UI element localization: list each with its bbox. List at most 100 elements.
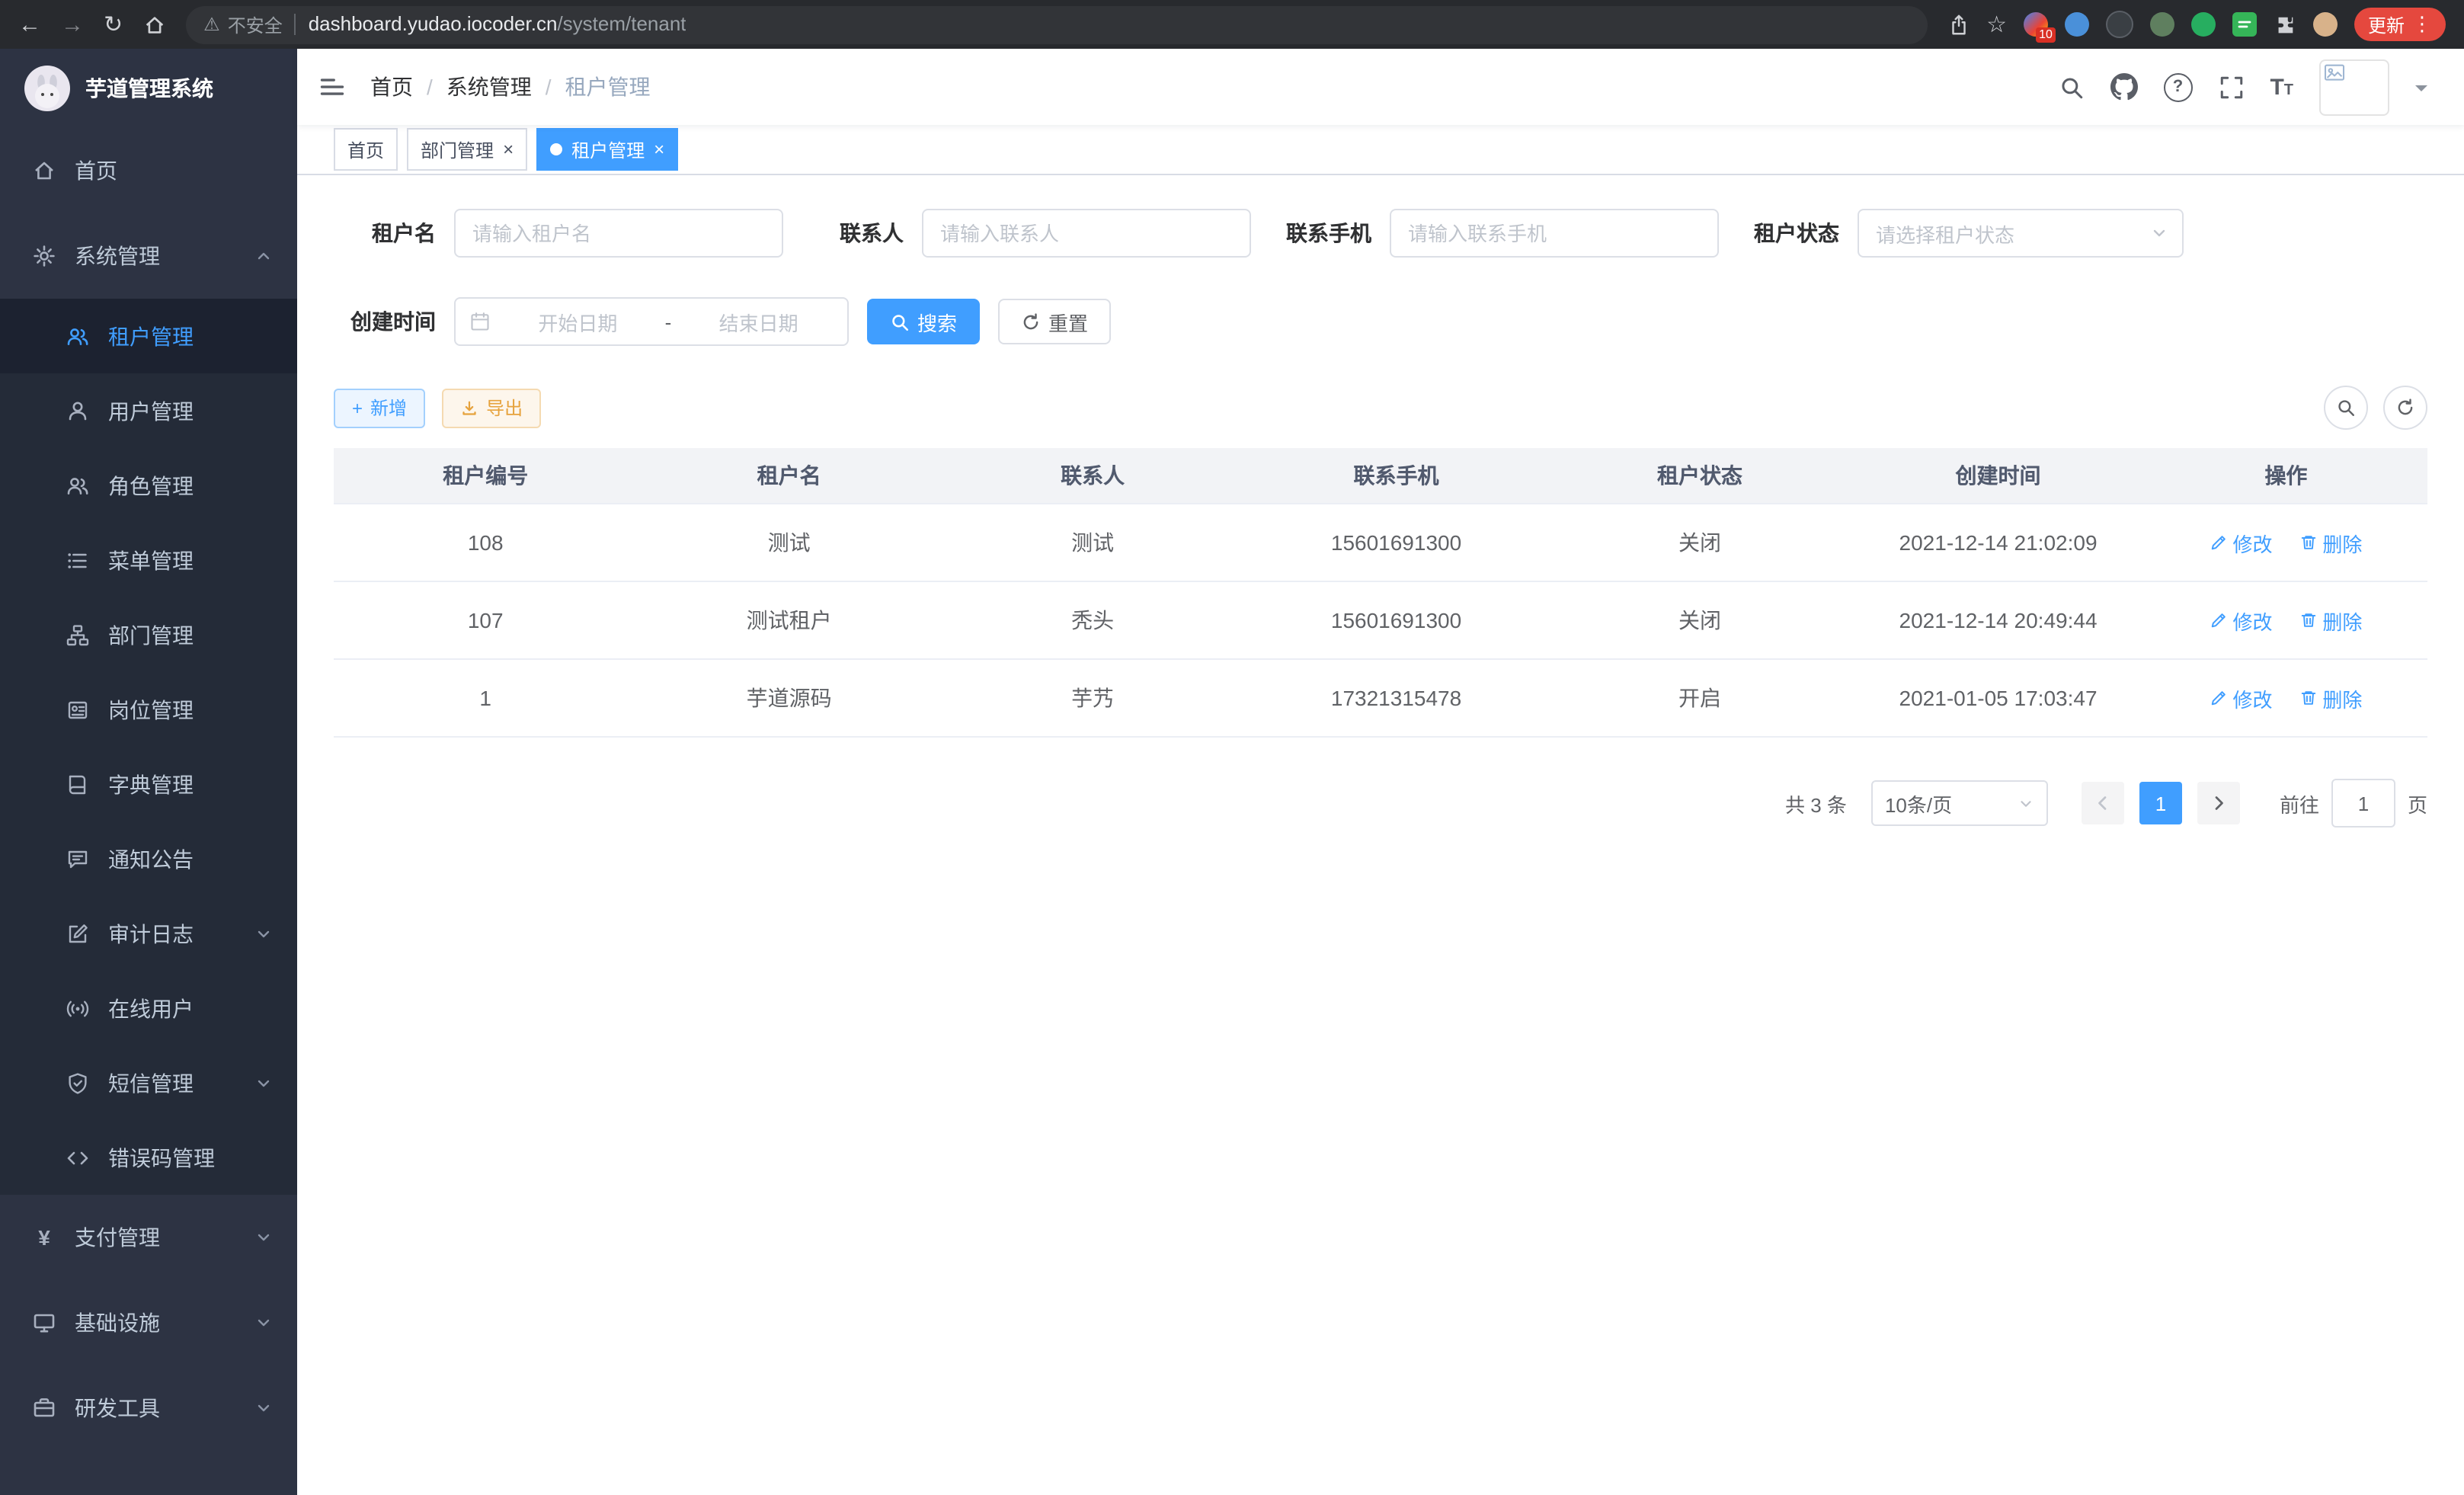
sidebar-item-label: 菜单管理 [108,545,194,575]
chevron-down-icon [2150,224,2168,242]
sidebar-item-notice[interactable]: 通知公告 [0,821,297,896]
tab-dept[interactable]: 部门管理 × [407,128,527,171]
help-icon[interactable]: ? [2163,72,2192,101]
goto-page-input[interactable] [2331,779,2395,828]
sidebar-item-devtools[interactable]: 研发工具 [0,1365,297,1451]
sidebar-item-payment[interactable]: ¥ 支付管理 [0,1195,297,1280]
sidebar-item-role[interactable]: 角色管理 [0,448,297,523]
gear-icon [30,244,58,268]
browser-reload-icon[interactable]: ↻ [104,13,123,36]
toggle-search-button[interactable] [2324,386,2368,430]
date-range-picker[interactable]: 开始日期 - 结束日期 [454,297,849,346]
avatar[interactable] [2319,59,2389,115]
tenant-table: 租户编号 租户名 联系人 联系手机 租户状态 创建时间 操作 108 测试 [334,448,2427,738]
extension-icon-5[interactable] [2191,12,2216,37]
extension-icon-4[interactable] [2150,12,2174,37]
tab-home[interactable]: 首页 [334,128,398,171]
sidebar-item-sms[interactable]: 短信管理 [0,1045,297,1120]
table-row: 107 测试租户 秃头 15601691300 关闭 2021-12-14 20… [334,581,2427,659]
goto-label: 前往 [2280,789,2319,818]
fullscreen-icon[interactable] [2218,74,2244,100]
sidebar-item-infra[interactable]: 基础设施 [0,1280,297,1365]
refresh-button[interactable] [2383,386,2427,430]
export-button[interactable]: 导出 [442,388,541,427]
dict-book-icon [64,772,91,796]
tab-tenant[interactable]: 租户管理 × [536,128,678,171]
edit-link[interactable]: 修改 [2210,683,2273,712]
reset-button[interactable]: 重置 [998,299,1111,344]
sidebar-section-system[interactable]: 系统管理 [0,213,297,299]
page-size-select[interactable]: 10条/页 [1871,780,2048,826]
add-button[interactable]: + 新增 [334,388,425,427]
browser-update-button[interactable]: 更新 ⋮ [2354,8,2446,41]
sidebar-item-menu[interactable]: 菜单管理 [0,523,297,597]
prev-page-button[interactable] [2082,782,2124,824]
cell-status: 开启 [1548,659,1851,737]
header-search-icon[interactable] [2058,74,2084,100]
dept-tree-icon [64,623,91,647]
breadcrumb-home[interactable]: 首页 [370,72,413,102]
next-page-button[interactable] [2197,782,2240,824]
sidebar-item-error-code[interactable]: 错误码管理 [0,1120,297,1195]
delete-link[interactable]: 删除 [2299,683,2362,712]
contact-input[interactable] [922,209,1251,258]
system-submenu: 租户管理 用户管理 角色管理 [0,299,297,1195]
security-status[interactable]: ⚠ 不安全 [203,11,283,37]
extension-icon-6[interactable] [2232,12,2257,37]
tenant-name-input[interactable] [454,209,783,258]
page-number-1[interactable]: 1 [2139,782,2182,824]
sidebar-item-label: 审计日志 [108,918,194,949]
search-button[interactable]: 搜索 [867,299,980,344]
extension-icon-1[interactable]: 10 [2024,12,2048,37]
tab-close-icon[interactable]: × [503,140,514,158]
chevron-down-icon [254,1228,273,1247]
phone-input[interactable] [1390,209,1719,258]
delete-link[interactable]: 删除 [2299,528,2362,557]
breadcrumb: 首页 / 系统管理 / 租户管理 [370,72,651,102]
sidebar-item-home[interactable]: 首页 [0,128,297,213]
user-icon [64,399,91,423]
edit-link[interactable]: 修改 [2210,606,2273,635]
delete-label: 删除 [2322,606,2362,635]
extensions-puzzle-icon[interactable] [2274,13,2296,36]
browser-back-icon[interactable]: ← [18,13,41,36]
page-size-value: 10条/页 [1885,789,1952,818]
share-icon[interactable] [1947,13,1970,36]
avatar-caret-icon[interactable] [2415,85,2427,97]
col-created: 创建时间 [1851,448,2145,504]
edit-link[interactable]: 修改 [2210,528,2273,557]
font-small-glyph: T [2284,83,2293,98]
extension-badge: 10 [2036,27,2056,43]
status-label: 租户状态 [1737,218,1858,248]
sidebar-item-tenant[interactable]: 租户管理 [0,299,297,373]
breadcrumb-system[interactable]: 系统管理 [446,72,532,102]
kebab-menu-icon[interactable]: ⋮ [2412,12,2432,37]
sidebar-item-user[interactable]: 用户管理 [0,373,297,448]
status-select[interactable]: 请选择租户状态 [1858,209,2184,258]
app-logo[interactable]: 芋道管理系统 [0,49,297,128]
github-icon[interactable] [2110,73,2137,101]
calendar-icon [469,311,491,332]
bookmark-star-icon[interactable]: ☆ [1986,13,2007,36]
chevron-down-icon [254,1399,273,1417]
sidebar-item-online-user[interactable]: 在线用户 [0,971,297,1045]
cell-status: 关闭 [1548,504,1851,581]
delete-link[interactable]: 删除 [2299,606,2362,635]
sidebar-item-dept[interactable]: 部门管理 [0,597,297,672]
cell-tenant-id: 108 [334,504,637,581]
sidebar-item-audit-log[interactable]: 审计日志 [0,896,297,971]
breadcrumb-current: 租户管理 [565,72,651,102]
address-bar[interactable]: ⚠ 不安全 dashboard.yudao.iocoder.cn/system/… [185,5,1927,43]
profile-avatar-icon[interactable] [2313,12,2338,37]
extension-icon-3[interactable] [2106,11,2133,38]
font-size-icon[interactable]: TT [2270,75,2293,98]
sidebar-item-dict[interactable]: 字典管理 [0,747,297,821]
sidebar-item-label: 租户管理 [108,321,194,351]
sidebar-toggle-icon[interactable] [318,73,346,101]
extension-icon-2[interactable] [2065,12,2089,37]
browser-forward-icon[interactable]: → [61,13,84,36]
browser-home-icon[interactable] [142,13,165,36]
tab-close-icon[interactable]: × [654,140,664,158]
browser-toolbar: ← → ↻ ⚠ 不安全 dashboard.yudao.iocoder.cn/s… [0,0,2464,49]
sidebar-item-post[interactable]: 岗位管理 [0,672,297,747]
